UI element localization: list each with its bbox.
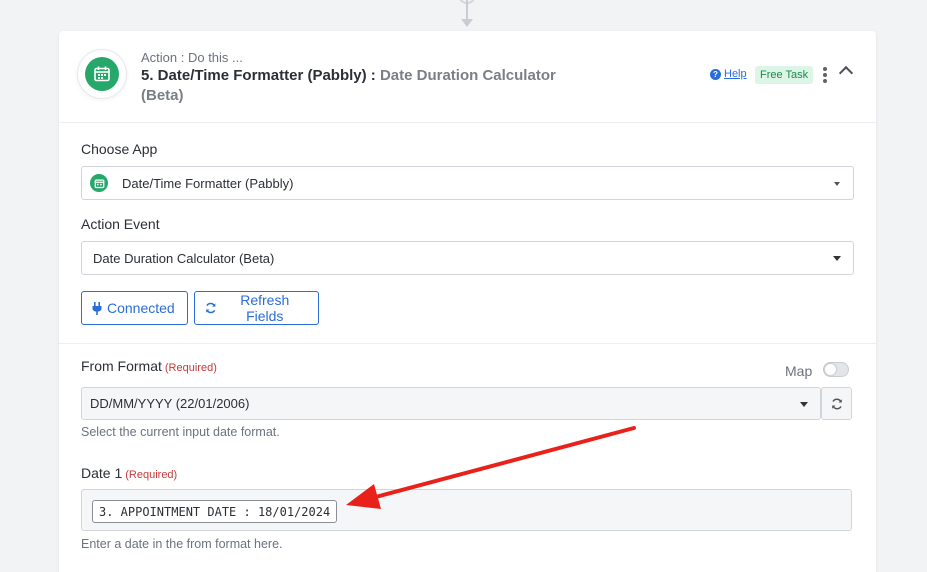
choose-app-select[interactable]: Date/Time Formatter (Pabbly) <box>81 166 854 200</box>
free-task-badge: Free Task <box>755 66 814 84</box>
date1-input[interactable]: 3. APPOINTMENT DATE : 18/01/2024 <box>81 489 852 531</box>
help-link[interactable]: ? Help <box>710 68 747 80</box>
step-app-name: 5. Date/Time Formatter (Pabbly) : <box>141 67 376 84</box>
chevron-up-icon[interactable] <box>838 65 854 81</box>
calendar-icon <box>85 57 119 91</box>
step-header[interactable]: Action : Do this ... 5. Date/Time Format… <box>59 31 876 123</box>
date1-helper: Enter a date in the from format here. <box>81 537 283 551</box>
from-format-refresh-button[interactable] <box>821 387 852 420</box>
action-step-card: Action : Do this ... 5. Date/Time Format… <box>59 31 876 572</box>
refresh-icon <box>831 398 842 409</box>
help-label: Help <box>724 68 747 80</box>
action-event-select[interactable]: Date Duration Calculator (Beta) <box>81 241 854 275</box>
date1-label-text: Date 1 <box>81 465 123 481</box>
toggle-knob <box>825 364 836 375</box>
required-tag: (Required) <box>125 469 178 481</box>
choose-app-value: Date/Time Formatter (Pabbly) <box>122 175 294 191</box>
connected-button[interactable]: Connected <box>81 291 188 325</box>
connector-arrow-icon <box>461 19 473 27</box>
from-format-label: From Format (Required) <box>81 358 217 374</box>
mapped-field-pill[interactable]: 3. APPOINTMENT DATE : 18/01/2024 <box>92 500 338 523</box>
action-label: Action : Do this ... <box>141 50 243 65</box>
dropdown-caret-icon <box>800 402 808 407</box>
map-label: Map <box>785 363 813 379</box>
step-title: 5. Date/Time Formatter (Pabbly) : Date D… <box>141 66 581 106</box>
section-divider <box>59 343 876 344</box>
refresh-icon <box>206 302 216 314</box>
action-event-label: Action Event <box>81 216 160 232</box>
kebab-menu-icon[interactable] <box>822 67 828 83</box>
choose-app-label: Choose App <box>81 141 158 157</box>
action-event-value: Date Duration Calculator (Beta) <box>93 250 275 266</box>
required-tag: (Required) <box>164 362 217 374</box>
from-format-value: DD/MM/YYYY (22/01/2006) <box>90 396 250 411</box>
dropdown-caret-icon <box>833 256 841 261</box>
help-icon: ? <box>710 68 721 80</box>
plug-icon <box>92 301 102 315</box>
refresh-fields-label: Refresh Fields <box>240 292 290 324</box>
from-format-helper: Select the current input date format. <box>81 425 280 439</box>
map-toggle[interactable] <box>823 362 849 377</box>
app-logo <box>77 49 127 99</box>
date1-label: Date 1 (Required) <box>81 465 177 481</box>
dropdown-caret-icon <box>834 182 840 186</box>
calendar-icon <box>90 174 108 192</box>
from-format-select[interactable]: DD/MM/YYYY (22/01/2006) <box>81 387 821 420</box>
connected-label: Connected <box>107 300 175 316</box>
refresh-fields-button[interactable]: Refresh Fields <box>194 291 319 325</box>
from-format-label-text: From Format <box>81 358 162 374</box>
